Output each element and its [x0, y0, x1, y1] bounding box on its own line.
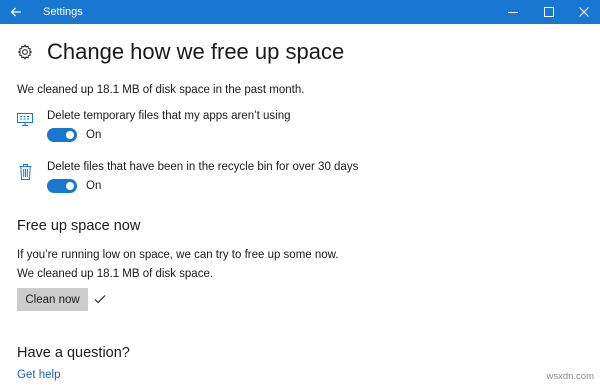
- back-button[interactable]: [0, 0, 32, 24]
- page-title: Change how we free up space: [47, 39, 345, 64]
- question-heading: Have a question?: [17, 345, 130, 361]
- recycle-bin-toggle[interactable]: [47, 179, 77, 193]
- settings-window: Settings Change how we free up space We …: [0, 0, 600, 389]
- free-up-description: If you’re running low on space, we can t…: [17, 249, 339, 261]
- window-title: Settings: [43, 6, 83, 18]
- toggle-knob: [66, 131, 74, 139]
- minimize-icon: [508, 12, 518, 13]
- clean-result-text: We cleaned up 18.1 MB of disk space.: [17, 268, 214, 280]
- temp-files-toggle-state: On: [86, 129, 102, 141]
- page-header: Change how we free up space: [17, 38, 344, 66]
- close-icon: [579, 7, 589, 17]
- free-up-heading: Free up space now: [17, 218, 141, 234]
- checkmark-icon: [94, 295, 106, 304]
- recycle-bin-toggle-state: On: [86, 180, 102, 192]
- recycle-bin-icon: [19, 164, 32, 180]
- gear-icon: [17, 44, 33, 60]
- minimize-button[interactable]: [497, 0, 529, 24]
- get-help-link[interactable]: Get help: [17, 368, 60, 382]
- temp-files-option-label: Delete temporary files that my apps aren…: [47, 110, 291, 122]
- recycle-bin-option-label: Delete files that have been in the recyc…: [47, 161, 359, 173]
- close-button[interactable]: [568, 0, 600, 24]
- toggle-knob: [66, 182, 74, 190]
- maximize-icon: [544, 7, 554, 17]
- cleaned-month-status: We cleaned up 18.1 MB of disk space in t…: [17, 84, 305, 96]
- temp-files-toggle[interactable]: [47, 128, 77, 142]
- title-bar: Settings: [0, 0, 600, 24]
- back-arrow-icon: [10, 7, 21, 17]
- clean-now-button[interactable]: Clean now: [17, 288, 88, 311]
- monitor-apps-icon: [17, 113, 33, 126]
- watermark: wsxdn.com: [546, 371, 594, 382]
- maximize-button[interactable]: [533, 0, 565, 24]
